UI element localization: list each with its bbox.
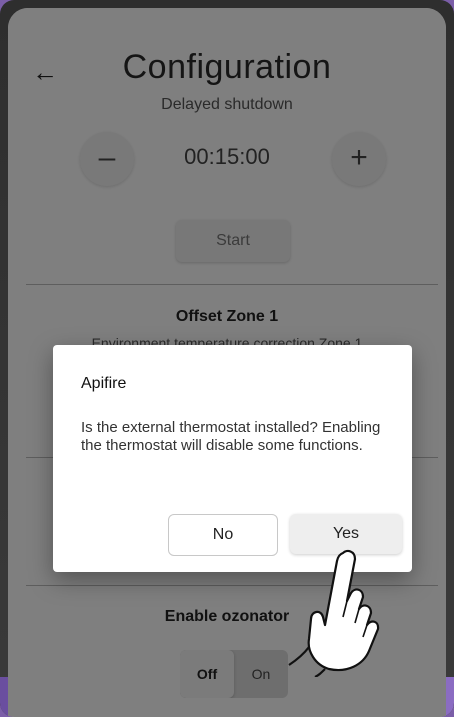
confirm-dialog: Apifire Is the external thermostat insta… (53, 345, 412, 572)
dialog-title: Apifire (81, 375, 127, 392)
app-screen: ← Configuration Delayed shutdown – 00:15… (8, 8, 446, 717)
phone-frame: ← Configuration Delayed shutdown – 00:15… (0, 0, 454, 717)
dialog-message: Is the external thermostat installed? En… (81, 419, 381, 454)
pointing-hand-icon (288, 549, 380, 677)
no-button[interactable]: No (168, 514, 278, 556)
